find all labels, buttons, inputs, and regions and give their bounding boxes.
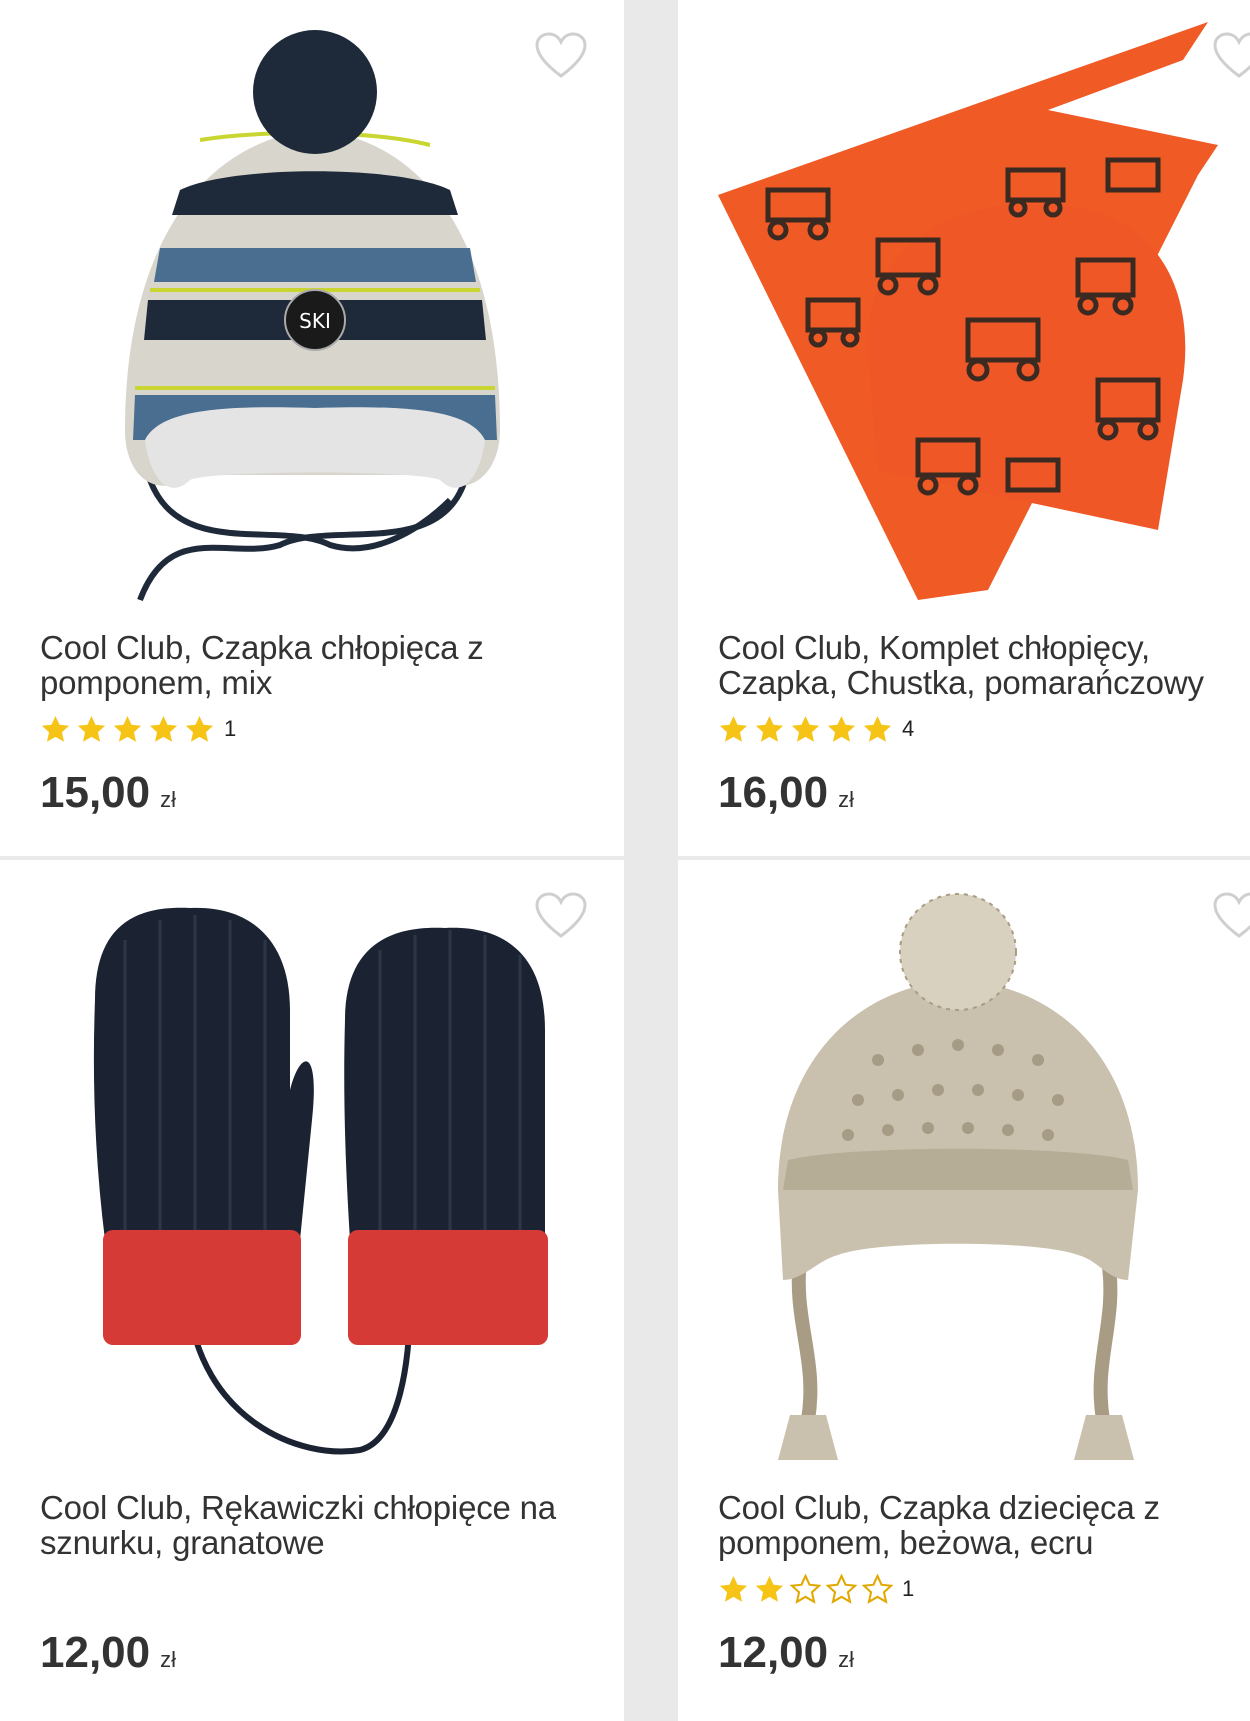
price-currency: zł xyxy=(160,1647,176,1672)
star-filled-icon xyxy=(41,715,70,742)
star-filled-icon xyxy=(185,715,214,742)
price-currency: zł xyxy=(160,787,176,812)
star-filled-icon xyxy=(719,715,748,742)
wishlist-heart-icon[interactable] xyxy=(1212,892,1250,940)
product-image[interactable] xyxy=(678,860,1250,1470)
product-card[interactable]: Cool Club, Czapka dziecięca z pomponem, … xyxy=(678,860,1250,1721)
star-filled-icon xyxy=(719,1575,748,1602)
product-price: 16,00 zł xyxy=(718,768,854,818)
wishlist-heart-icon[interactable] xyxy=(534,892,588,940)
product-title[interactable]: Cool Club, Czapka dziecięca z pomponem, … xyxy=(718,1490,1250,1560)
product-rating: 4 xyxy=(718,712,914,746)
product-rating: 1 xyxy=(40,712,236,746)
product-rating: 1 xyxy=(718,1572,914,1606)
product-price: 12,00 zł xyxy=(40,1628,176,1678)
price-currency: zł xyxy=(838,787,854,812)
price-value: 12,00 xyxy=(40,1628,151,1677)
product-price: 12,00 zł xyxy=(718,1628,854,1678)
star-filled-icon xyxy=(113,715,142,742)
star-empty-icon xyxy=(790,1573,821,1604)
wishlist-heart-icon[interactable] xyxy=(534,32,588,80)
rating-count: 1 xyxy=(902,1576,915,1601)
product-card[interactable]: SKI Cool Club, Czapka chłopięca z pompon… xyxy=(0,0,624,856)
product-title[interactable]: Cool Club, Komplet chłopięcy, Czapka, Ch… xyxy=(718,630,1250,700)
star-filled-icon xyxy=(827,715,856,742)
price-value: 15,00 xyxy=(40,768,151,817)
star-empty-icon xyxy=(862,1573,893,1604)
product-image[interactable]: SKI xyxy=(0,0,624,610)
wishlist-heart-icon[interactable] xyxy=(1212,32,1250,80)
product-card[interactable]: Cool Club, Rękawiczki chłopięce na sznur… xyxy=(0,860,624,1721)
product-title[interactable]: Cool Club, Rękawiczki chłopięce na sznur… xyxy=(40,1490,600,1560)
product-grid: SKI Cool Club, Czapka chłopięca z pompon… xyxy=(0,0,1250,1721)
rating-count: 4 xyxy=(902,716,915,741)
price-value: 16,00 xyxy=(718,768,829,817)
price-value: 12,00 xyxy=(718,1628,829,1677)
product-image[interactable] xyxy=(678,0,1250,610)
product-title[interactable]: Cool Club, Czapka chłopięca z pomponem, … xyxy=(40,630,600,700)
star-empty-icon xyxy=(826,1573,857,1604)
product-image[interactable] xyxy=(0,860,624,1470)
svg-text:SKI: SKI xyxy=(299,309,331,333)
star-filled-icon xyxy=(77,715,106,742)
star-filled-icon xyxy=(149,715,178,742)
star-filled-icon xyxy=(755,715,784,742)
price-currency: zł xyxy=(838,1647,854,1672)
star-filled-icon xyxy=(863,715,892,742)
product-price: 15,00 zł xyxy=(40,768,176,818)
product-card[interactable]: Cool Club, Komplet chłopięcy, Czapka, Ch… xyxy=(678,0,1250,856)
star-filled-icon xyxy=(791,715,820,742)
rating-count: 1 xyxy=(224,716,237,741)
star-filled-icon xyxy=(755,1575,784,1602)
